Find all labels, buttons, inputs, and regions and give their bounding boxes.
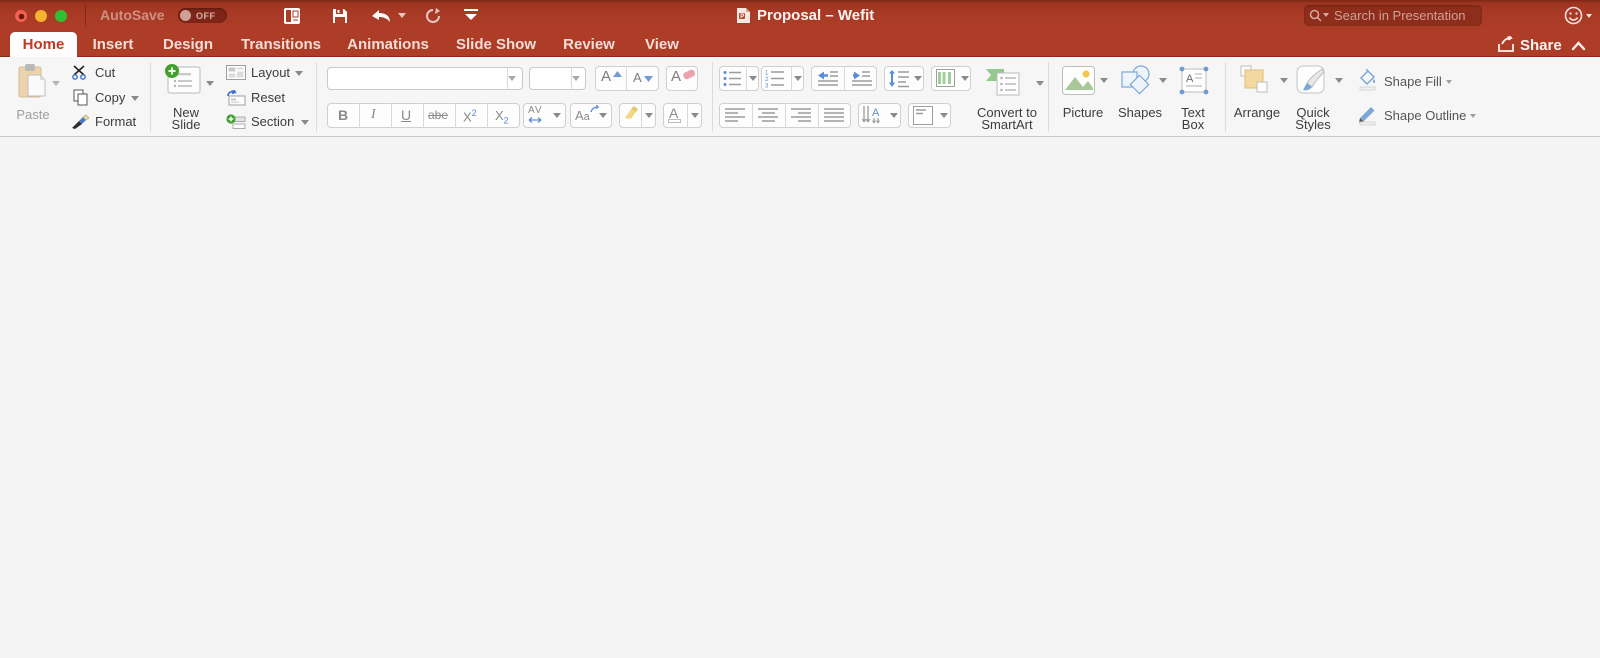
svg-text:3: 3 [765, 84, 769, 89]
svg-text:1: 1 [765, 71, 769, 77]
svg-text:A: A [1186, 73, 1194, 85]
svg-text:P: P [740, 14, 744, 20]
svg-text:A: A [872, 107, 880, 119]
svg-text:2: 2 [765, 77, 769, 83]
